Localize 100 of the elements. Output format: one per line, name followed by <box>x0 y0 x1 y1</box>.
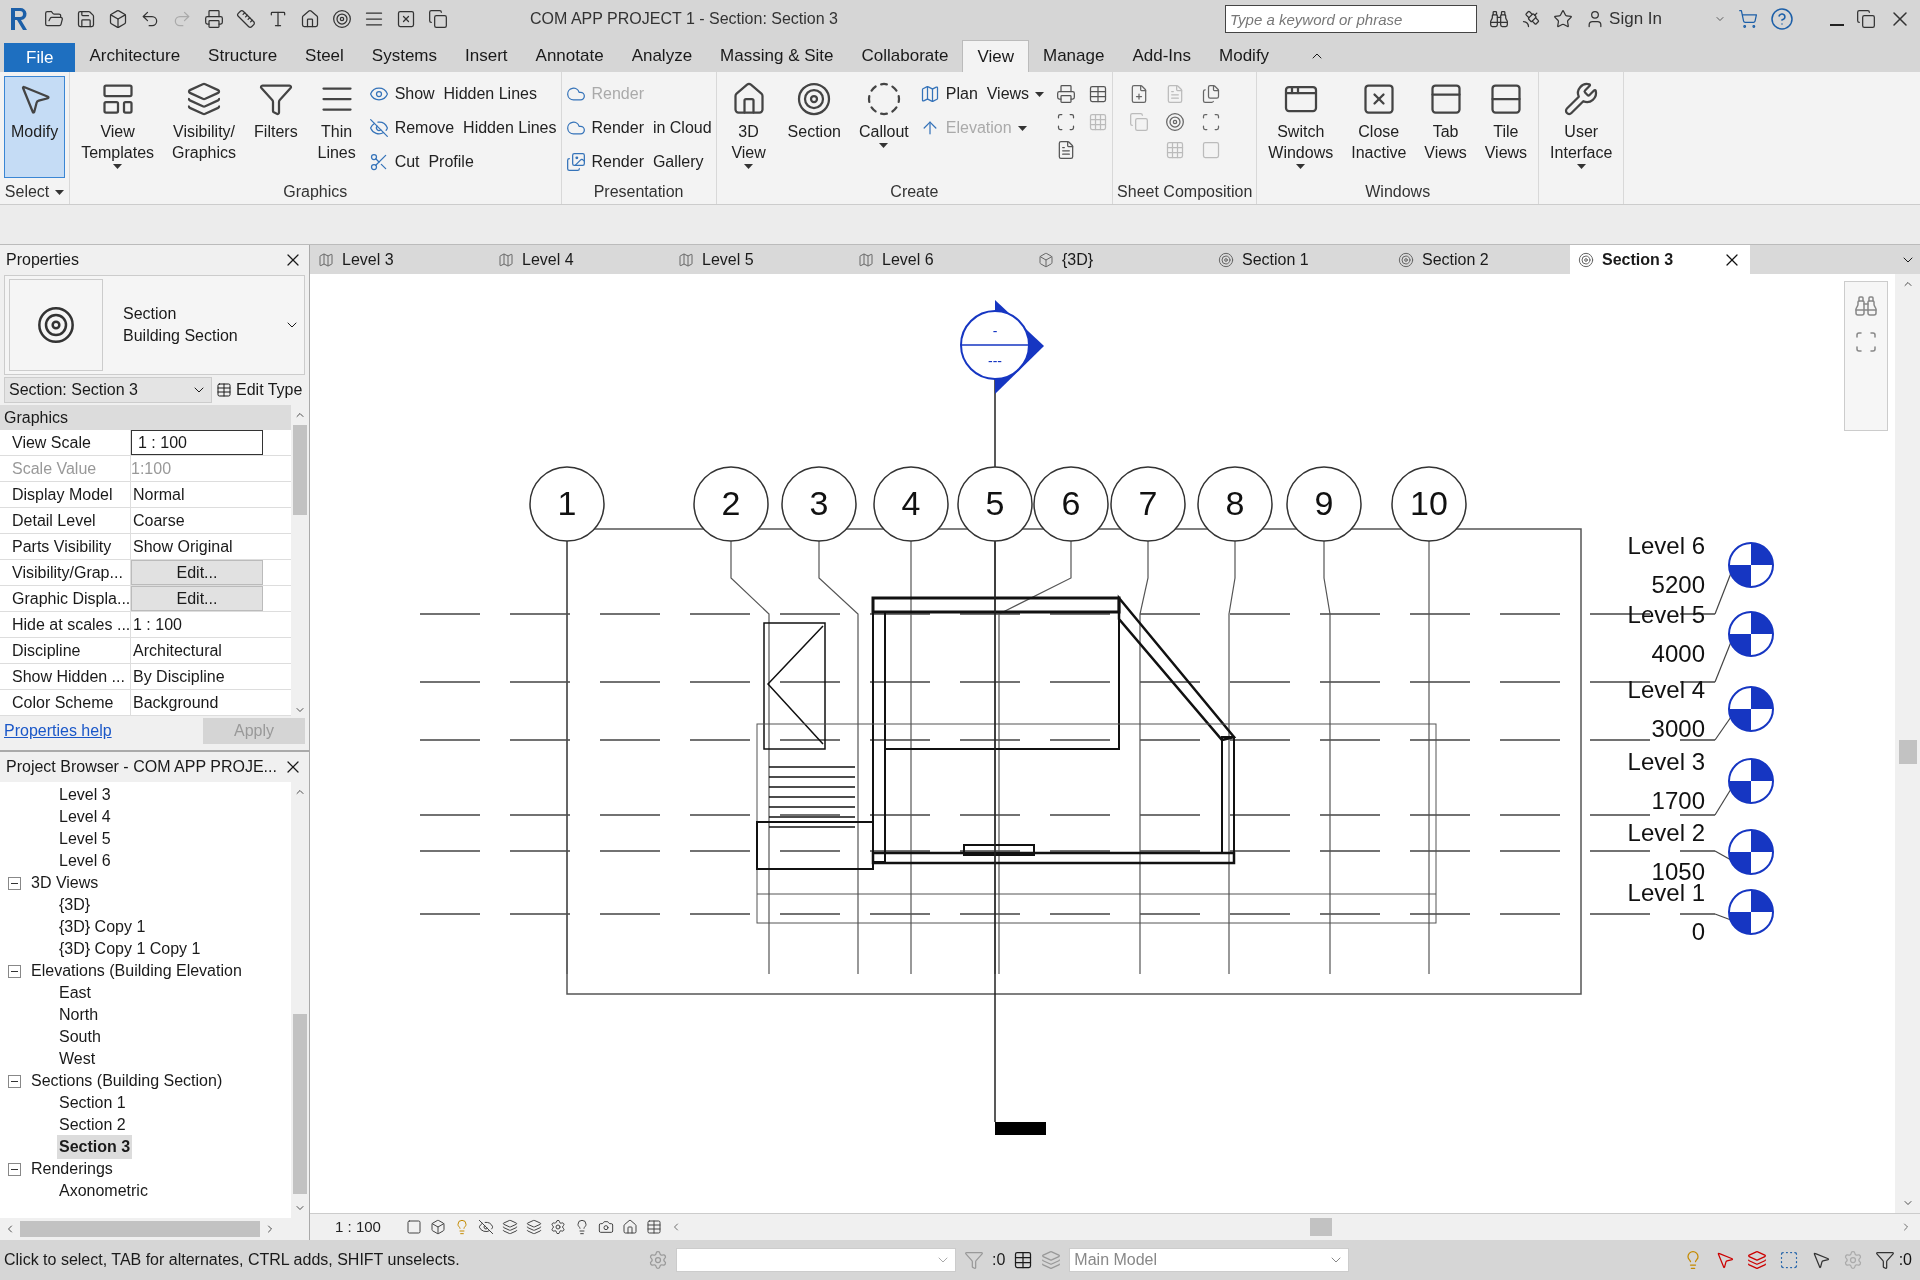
table-icon <box>216 382 232 398</box>
ribbon-button[interactable]: Tile Views <box>1477 76 1535 178</box>
ribbon-small-button[interactable]: Plan Views <box>919 80 1045 108</box>
panel-title: Properties <box>6 250 79 270</box>
document-tab[interactable]: Section 2 <box>1390 245 1570 274</box>
ribbon-button[interactable]: Callout <box>851 76 916 178</box>
browser-item[interactable]: Axonometric <box>57 1179 150 1203</box>
ribbon-button[interactable]: Tab Views <box>1417 76 1474 178</box>
browser-item[interactable]: {3D} Copy 1 Copy 1 <box>57 937 203 961</box>
design-option-dropdown[interactable]: Main Model <box>1069 1248 1350 1272</box>
ribbon-button[interactable]: Visibility/ Graphics <box>165 76 244 178</box>
browser-item[interactable]: Section 2 <box>57 1113 128 1137</box>
ribbon-button[interactable]: Switch Windows <box>1261 76 1341 178</box>
ribbon-tab[interactable]: Annotate <box>521 40 618 72</box>
status-count: :0 <box>992 1250 1006 1270</box>
ribbon-small-button[interactable]: Cut Profile <box>368 148 557 176</box>
filter-icon <box>257 81 294 117</box>
section-marker-icon <box>1218 251 1234 268</box>
panel-title: Windows <box>1365 182 1431 202</box>
browser-item[interactable]: Section 3 <box>57 1135 133 1159</box>
ribbon-tab[interactable]: Architecture <box>75 40 195 72</box>
property-name: Hide at scales ... <box>0 612 131 637</box>
property-edit-button[interactable]: Edit... <box>131 586 263 611</box>
caret-icon <box>1017 125 1027 131</box>
collapse-toggle-icon[interactable] <box>8 964 21 978</box>
property-name: Detail Level <box>0 508 131 533</box>
document-tab[interactable]: {3D} <box>1030 245 1210 274</box>
ribbon-tab[interactable]: Collaborate <box>847 40 963 72</box>
collapse-toggle-icon[interactable] <box>8 876 21 890</box>
level-leader-line <box>1714 716 1732 741</box>
house-icon <box>622 1219 638 1235</box>
ribbon-tab[interactable]: Systems <box>357 40 452 72</box>
scrollbar-thumb[interactable] <box>1898 740 1917 764</box>
browser-item[interactable]: Level 4 <box>57 805 113 829</box>
group-header[interactable]: Graphics <box>0 405 291 430</box>
window-title: COM APP PROJECT 1 - Section: Section 3 <box>530 9 838 29</box>
browser-item[interactable]: Sections (Building Section) <box>29 1069 225 1093</box>
ribbon-tab[interactable]: Insert <box>451 40 522 72</box>
property-value: Architectural <box>132 640 223 661</box>
collapse-toggle-icon[interactable] <box>8 1162 21 1176</box>
browser-item[interactable]: Level 3 <box>57 783 113 807</box>
scrollbar-thumb[interactable] <box>293 1014 307 1194</box>
browser-item[interactable]: {3D} Copy 1 <box>57 915 148 939</box>
file-tab[interactable]: File <box>4 43 76 72</box>
scrollbar-thumb[interactable] <box>1310 1218 1332 1236</box>
ribbon-small-button[interactable]: Remove Hidden Lines <box>368 114 557 142</box>
ribbon-button[interactable]: Filters <box>247 76 305 178</box>
properties-help-link[interactable]: Properties help <box>4 719 112 743</box>
ribbon-tab[interactable]: Manage <box>1029 40 1119 72</box>
browser-item[interactable]: Level 6 <box>57 849 113 873</box>
ribbon-button[interactable]: View Templates <box>74 76 162 178</box>
ribbon-button[interactable]: Section <box>780 76 848 178</box>
browser-item[interactable]: East <box>57 981 93 1005</box>
property-name: Display Model <box>0 482 131 507</box>
ribbon-tab[interactable]: Massing & Site <box>706 40 848 72</box>
browser-item[interactable]: Elevations (Building Elevation <box>29 959 244 983</box>
cart-icon <box>1738 9 1758 29</box>
ribbon-small-button[interactable]: Render Gallery <box>565 148 712 176</box>
browser-item[interactable]: {3D} <box>57 893 93 917</box>
ribbon-button[interactable]: Modify <box>4 76 66 178</box>
document-tab[interactable]: Level 4 <box>490 245 670 274</box>
ribbon-tab[interactable]: Add-Ins <box>1118 40 1206 72</box>
property-edit-button[interactable]: Edit... <box>131 560 263 585</box>
ribbon-small-button[interactable]: Show Hidden Lines <box>368 80 557 108</box>
property-name: Discipline <box>0 638 131 663</box>
scrollbar-thumb[interactable] <box>20 1221 260 1237</box>
document-tab[interactable]: Level 5 <box>670 245 850 274</box>
workset-dropdown[interactable] <box>676 1248 956 1272</box>
ribbon-tab[interactable]: Structure <box>194 40 292 72</box>
ribbon-small-button[interactable]: Render in Cloud <box>565 114 712 142</box>
ribbon-tab[interactable]: View <box>962 40 1029 72</box>
collapse-toggle-icon[interactable] <box>8 1074 21 1088</box>
document-tab[interactable]: Level 3 <box>310 245 490 274</box>
ribbon-button[interactable]: Thin Lines <box>308 76 365 178</box>
browser-item[interactable]: Renderings <box>29 1157 115 1181</box>
search-field[interactable]: Type a keyword or phrase <box>1225 5 1478 33</box>
minimize-icon[interactable] <box>1830 24 1844 26</box>
navigation-bar[interactable] <box>1844 281 1888 431</box>
sign-in-button[interactable]: Sign In <box>1585 6 1662 32</box>
ribbon-button[interactable]: 3D View <box>720 76 777 178</box>
ribbon-tab[interactable]: Steel <box>291 40 358 72</box>
browser-item[interactable]: South <box>57 1025 103 1049</box>
ribbon-tab[interactable]: Analyze <box>617 40 707 72</box>
browser-item[interactable]: North <box>57 1003 101 1027</box>
ribbon-tab[interactable]: Modify <box>1205 40 1284 72</box>
ribbon-button[interactable]: Close Inactive <box>1344 76 1414 178</box>
document-tab[interactable]: Section 3 <box>1570 245 1750 274</box>
view-scale[interactable]: 1 : 100 <box>318 1215 398 1239</box>
browser-item[interactable]: West <box>57 1047 98 1071</box>
scrollbar-thumb[interactable] <box>293 425 307 515</box>
edit-type-button[interactable]: Edit Type <box>216 378 303 402</box>
ribbon-button[interactable]: User Interface <box>1543 76 1620 178</box>
instance-selector[interactable]: Section: Section 3 <box>4 377 212 403</box>
document-tab[interactable]: Level 6 <box>850 245 1030 274</box>
browser-item[interactable]: Section 1 <box>57 1091 128 1115</box>
panel-title: Graphics <box>283 182 348 202</box>
browser-item[interactable]: Level 5 <box>57 827 113 851</box>
document-tab[interactable]: Section 1 <box>1210 245 1390 274</box>
browser-item[interactable]: 3D Views <box>29 871 101 895</box>
property-field[interactable]: 1 : 100 <box>131 430 263 455</box>
